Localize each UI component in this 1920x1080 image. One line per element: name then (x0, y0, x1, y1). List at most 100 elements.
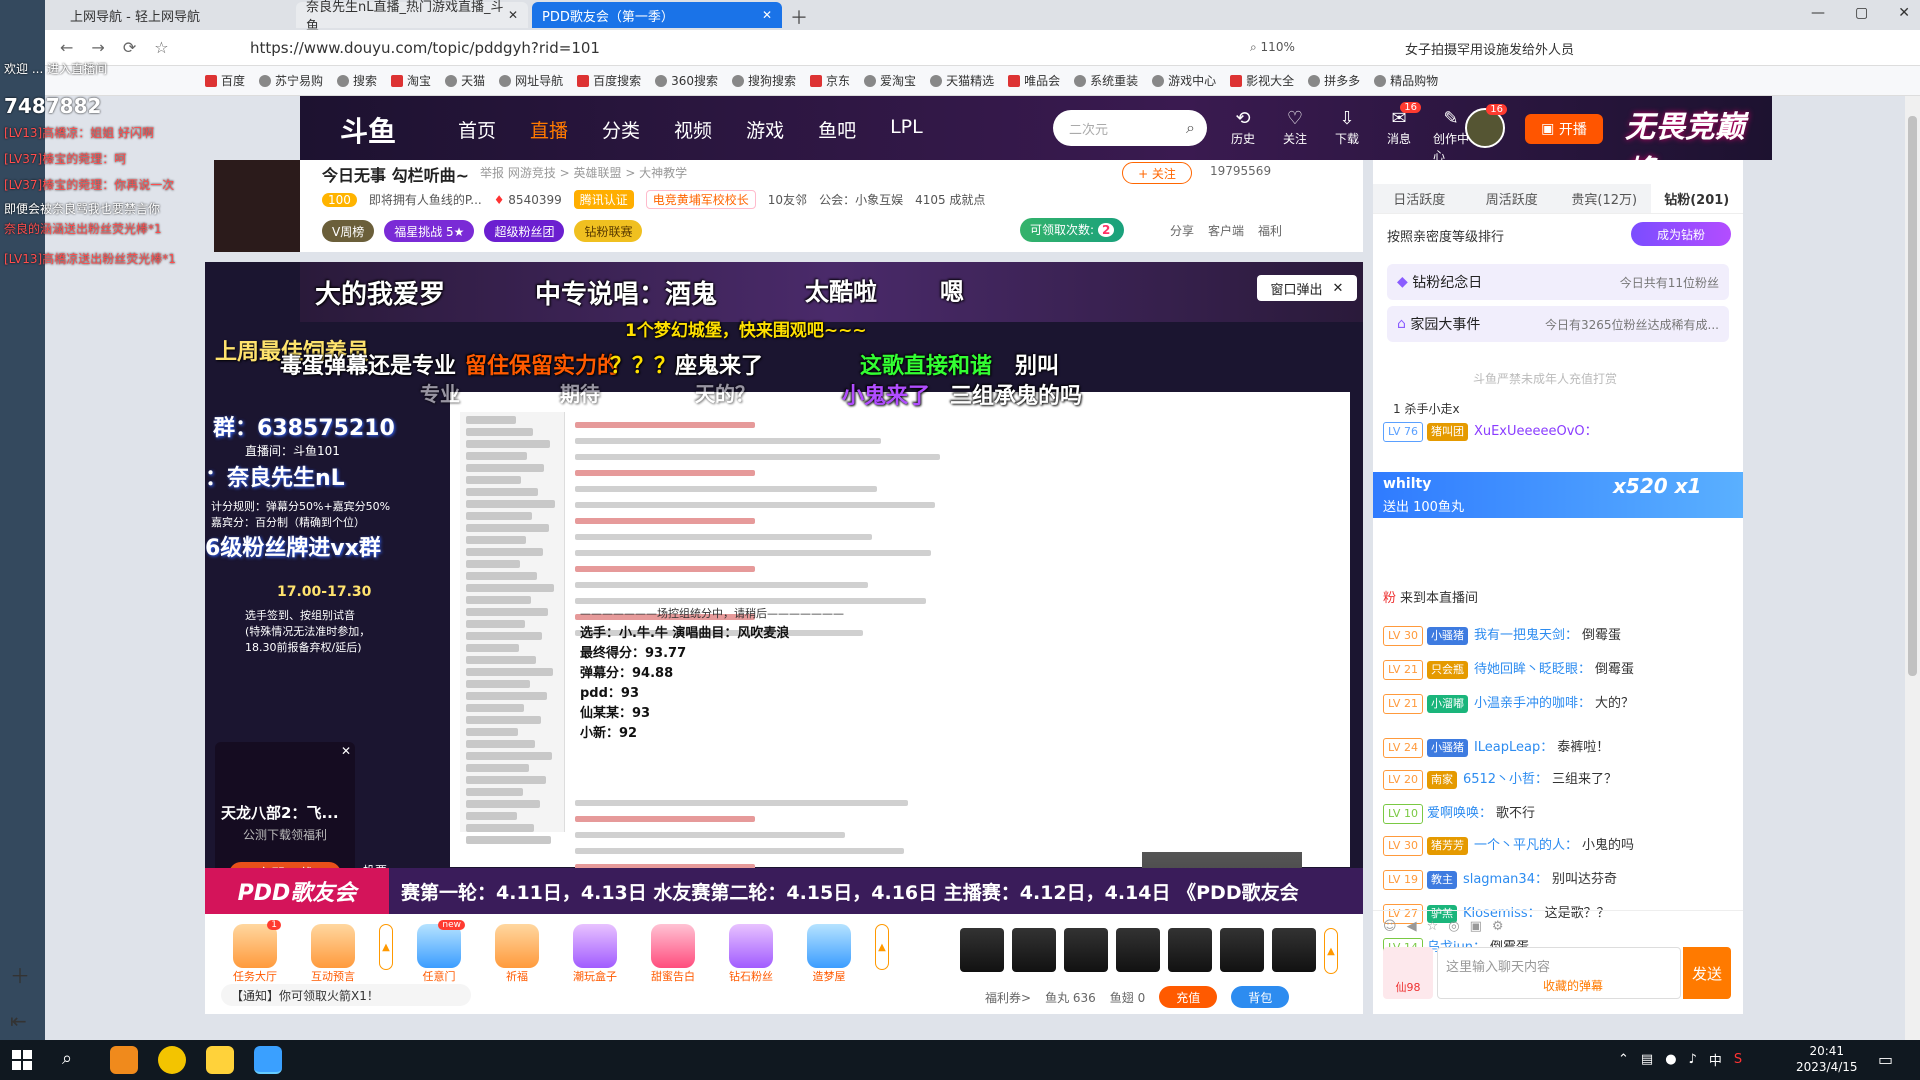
gift-button[interactable]: 任务大厅 1 (223, 920, 287, 984)
nav-item[interactable]: 鱼吧 (818, 116, 856, 143)
close-icon[interactable]: ✕ (508, 8, 518, 22)
bookmark-item[interactable]: 系统重装 (1074, 72, 1138, 89)
chat-username[interactable]: 爱啊唤唤： (1427, 806, 1492, 821)
network-icon[interactable]: ▤ (1641, 1052, 1653, 1067)
chat-username[interactable]: ILeapLeap： (1474, 740, 1553, 755)
chat-message[interactable]: LV 20 南家 6512丶小哲： 三组来了？ (1383, 770, 1731, 790)
chat-message[interactable]: LV 21 只会瓶 待她回眸丶眨眨眼： 倒霉蛋 (1383, 660, 1731, 680)
chat-message[interactable]: LV 76 猪叫团 XuExUeeeeeOvO： (1383, 422, 1731, 442)
saved-danmaku[interactable]: 收藏的弹幕 (1543, 977, 1603, 994)
header-icon-button[interactable]: ✉ 消息 16 (1381, 102, 1421, 164)
tab-navigation[interactable]: 上网导航 - 轻上网导航 (60, 2, 292, 28)
claim-button[interactable]: 可领取次数: 2 (1020, 218, 1125, 242)
rank-tab[interactable]: 钻粉(201) (1650, 184, 1743, 213)
bookmark-item[interactable]: 搜索 (337, 72, 377, 89)
bookmark-item[interactable]: 天猫 (445, 72, 485, 89)
chat-username[interactable]: 我有一把鬼天剑： (1474, 628, 1578, 643)
close-icon[interactable]: ✕ (762, 8, 772, 22)
diamond-league-badge[interactable]: 钻粉联赛 (574, 220, 643, 242)
bookmark-item[interactable]: 苏宁易购 (259, 72, 323, 89)
rank-tab[interactable]: 日活跃度 (1373, 184, 1466, 213)
gift-item[interactable] (1012, 928, 1056, 972)
bookmark-item[interactable]: 精品购物 (1374, 72, 1438, 89)
browser-app-icon[interactable] (158, 1046, 186, 1074)
maximize-icon[interactable]: ▢ (1855, 5, 1868, 21)
close-window-icon[interactable]: ✕ (1898, 5, 1910, 21)
star-icon[interactable]: ☆ (1427, 919, 1439, 934)
bookmark-item[interactable]: 百度搜索 (577, 72, 641, 89)
broadcast-icon[interactable]: ◀ (1407, 919, 1417, 934)
douyu-logo[interactable]: 斗鱼 (340, 110, 396, 150)
header-icon-button[interactable]: ♡ 关注 (1277, 108, 1313, 164)
streamer-thumbnail[interactable] (214, 160, 300, 252)
nav-item[interactable]: 直播 (530, 116, 568, 143)
bookmark-item[interactable]: 游戏中心 (1152, 72, 1216, 89)
bookmark-item[interactable]: 京东 (810, 72, 850, 89)
coupon-link[interactable]: 福利券> (985, 989, 1031, 1006)
forward-icon[interactable]: → (91, 38, 104, 57)
fan-badge-chip[interactable]: 仙98 (1383, 947, 1433, 999)
fan-anniversary-card[interactable]: ◆ 钻粉纪念日 今日共有11位粉丝 (1387, 264, 1729, 300)
tab-douyu-streamer[interactable]: 奈良先生nL直播_热门游戏直播_斗鱼 ✕ (296, 0, 528, 34)
guild-label[interactable]: 公会：小象互娱 (819, 191, 903, 208)
tab-pdd-concert[interactable]: PDD歌友会（第一季） ✕ (532, 2, 782, 28)
room-category[interactable]: 举报 网游竞技 > 英雄联盟 > 大神教学 (480, 164, 687, 181)
chat-message[interactable]: LV 30 小骚猪 我有一把鬼天剑： 倒霉蛋 (1383, 626, 1731, 646)
gift-item[interactable] (1168, 928, 1212, 972)
collapse-icon[interactable]: ⇤ (10, 1009, 30, 1033)
back-icon[interactable]: ← (60, 38, 73, 57)
sogou-icon[interactable]: S (1734, 1052, 1742, 1067)
bookmark-item[interactable]: 淘宝 (391, 72, 431, 89)
gift-icon[interactable]: ▣ (1470, 919, 1482, 934)
chat-message[interactable]: LV 30 猪芳芳 一个丶平凡的人： 小鬼的吗 (1383, 836, 1731, 856)
gift-button[interactable]: 造梦屋 (797, 924, 861, 984)
emoji-icon[interactable]: ☺ (1383, 919, 1397, 934)
scrollbar-thumb[interactable] (1908, 116, 1917, 676)
client-button[interactable]: 客户端 (1208, 222, 1244, 239)
gift-item[interactable] (1220, 928, 1264, 972)
notice-bar[interactable]: 【通知】你可领取火箭X1！ (221, 984, 471, 1006)
search-input[interactable]: 二次元 ⌕ (1053, 110, 1207, 146)
bookmark-item[interactable]: 搜狗搜索 (732, 72, 796, 89)
bookmark-item[interactable]: 拼多多 (1308, 72, 1360, 89)
video-player[interactable]: ———————场控组统分中，请稍后——————— 选手：小.牛.牛 演唱曲目：风… (205, 262, 1363, 914)
avatar[interactable]: 16 (1465, 104, 1507, 148)
header-icon-button[interactable]: ⟲ 历史 (1225, 108, 1261, 164)
chat-username[interactable]: 6512丶小哲： (1463, 772, 1548, 787)
chat-username[interactable]: slagman34： (1463, 872, 1548, 887)
lucky-star-badge[interactable]: 福星挑战 5★ (384, 220, 475, 242)
gift-item[interactable] (1064, 928, 1108, 972)
url-field[interactable]: https://www.douyu.com/topic/pddgyh?rid=1… (250, 39, 600, 57)
close-icon[interactable]: ✕ (341, 744, 351, 758)
rank-tab[interactable]: 周活跃度 (1465, 184, 1558, 213)
chat-message[interactable]: LV 21 小溜嘟 小温亲手冲的咖啡： 大的？ (1383, 694, 1731, 714)
header-icon-button[interactable]: ⇩ 下载 (1329, 108, 1365, 164)
nav-item[interactable]: 游戏 (746, 116, 784, 143)
gift-button[interactable]: 祈福 (485, 924, 549, 984)
chat-message[interactable]: 粉来到本直播间 (1383, 590, 1731, 608)
chat-message[interactable]: LV 24 小骚猪 ILeapLeap： 泰裤啦！ (1383, 738, 1731, 758)
weekly-rank-badge[interactable]: V周榜 (322, 220, 375, 242)
home-event-card[interactable]: ⌂ 家园大事件 今日有3265位粉丝达成稀有成... (1387, 306, 1729, 342)
gift-item[interactable] (960, 928, 1004, 972)
gift-item[interactable] (1116, 928, 1160, 972)
nav-item[interactable]: 分类 (602, 116, 640, 143)
gift-item[interactable] (1272, 928, 1316, 972)
douyu-app-icon[interactable] (110, 1046, 138, 1074)
bookmark-item[interactable]: 影视大全 (1230, 72, 1294, 89)
plus-icon[interactable]: ＋ (10, 960, 30, 989)
chat-message[interactable]: LV 10 爱啊唤唤： 歌不行 (1383, 804, 1731, 824)
header-icon-button[interactable]: ✎ 创作中心 (1433, 108, 1469, 164)
open-live-button[interactable]: ▣ 开播 (1525, 114, 1603, 144)
notification-icon[interactable]: ▭ (1878, 1050, 1893, 1069)
nav-item[interactable]: 视频 (674, 116, 712, 143)
fan-icon[interactable]: ◎ (1448, 919, 1459, 934)
expand-button[interactable]: ▲ (379, 924, 393, 970)
bookmark-item[interactable]: 天猫精选 (930, 72, 994, 89)
bookmark-item[interactable]: 360搜索 (655, 72, 718, 89)
welfare-button[interactable]: 福利 (1258, 222, 1282, 239)
minimize-icon[interactable]: — (1811, 5, 1825, 21)
bookmark-item[interactable]: 网址导航 (499, 72, 563, 89)
expand-gifts-button[interactable]: ▲ (1324, 928, 1338, 974)
chevron-up-icon[interactable]: ⌃ (1618, 1052, 1629, 1067)
